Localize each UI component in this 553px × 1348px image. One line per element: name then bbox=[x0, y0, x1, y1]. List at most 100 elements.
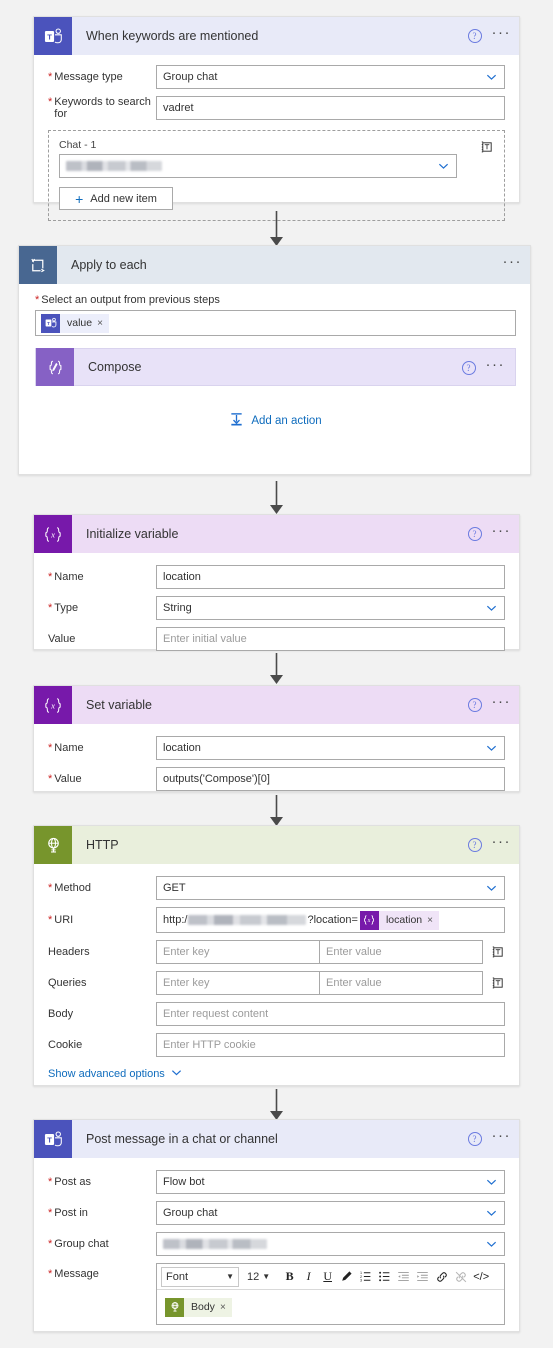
chat-select-dropdown[interactable] bbox=[59, 154, 457, 178]
keywords-input[interactable]: vadret bbox=[156, 96, 505, 120]
post-in-dropdown[interactable]: Group chat bbox=[156, 1201, 505, 1225]
field-label: * Post as bbox=[48, 1176, 156, 1188]
card-http[interactable]: HTTP ? ··· * Method GET * URI http:/ ?lo… bbox=[33, 825, 520, 1086]
link-icon[interactable] bbox=[432, 1267, 451, 1287]
uri-suffix-text: ?location= bbox=[307, 914, 358, 926]
card-set-variable[interactable]: x Set variable ? ··· * Name location * V… bbox=[33, 685, 520, 792]
help-icon[interactable]: ? bbox=[461, 361, 476, 375]
message-rich-text-editor[interactable]: Font ▼ 12 ▼ B I U 1 2 3 </> Body × bbox=[156, 1263, 505, 1325]
token-value[interactable]: T value × bbox=[41, 313, 109, 333]
more-options-icon[interactable]: ··· bbox=[492, 25, 512, 43]
variable-type-dropdown[interactable]: String bbox=[156, 596, 505, 620]
decrease-indent-icon[interactable] bbox=[394, 1267, 413, 1287]
bold-icon[interactable]: B bbox=[280, 1267, 299, 1287]
more-options-icon[interactable]: ··· bbox=[492, 1128, 512, 1146]
help-icon[interactable]: ? bbox=[467, 29, 482, 43]
close-icon[interactable]: × bbox=[427, 915, 439, 926]
add-new-item-label: Add new item bbox=[90, 192, 157, 205]
field-label: Headers bbox=[48, 946, 156, 958]
field-row-keywords: * Keywords to search for vadret bbox=[48, 96, 505, 120]
add-an-action-button[interactable]: Add an action bbox=[35, 412, 516, 430]
field-label-text: Name bbox=[54, 571, 84, 583]
card-body: * Method GET * URI http:/ ?location= x l… bbox=[34, 864, 519, 1093]
more-options-icon[interactable]: ··· bbox=[503, 254, 523, 272]
queries-value-input[interactable]: Enter value bbox=[320, 971, 483, 995]
required-asterisk: * bbox=[48, 1207, 53, 1219]
required-asterisk: * bbox=[48, 773, 53, 785]
set-variable-value-input[interactable]: outputs('Compose')[0] bbox=[156, 767, 505, 791]
card-apply-to-each[interactable]: Apply to each ··· * Select an output fro… bbox=[18, 245, 531, 475]
chevron-down-icon bbox=[486, 72, 497, 83]
card-title: Post message in a chat or channel bbox=[86, 1132, 278, 1146]
field-row-value: Value Enter initial value bbox=[48, 627, 505, 651]
svg-text:x: x bbox=[50, 529, 55, 539]
trash-icon[interactable] bbox=[480, 140, 494, 154]
add-new-item-button[interactable]: + Add new item bbox=[59, 187, 173, 210]
nested-action-title: Compose bbox=[88, 360, 142, 374]
nested-action-compose[interactable]: Compose ? ··· bbox=[35, 348, 516, 386]
card-body: * Name location * Type String Value Ente… bbox=[34, 553, 519, 663]
token-location[interactable]: x location × bbox=[359, 910, 439, 930]
field-label: * Keywords to search for bbox=[48, 96, 156, 120]
group-chat-dropdown[interactable] bbox=[156, 1232, 505, 1256]
more-options-icon[interactable]: ··· bbox=[492, 694, 512, 712]
bulleted-list-icon[interactable] bbox=[375, 1267, 394, 1287]
field-row-post-as: * Post as Flow bot bbox=[48, 1170, 505, 1194]
help-icon[interactable]: ? bbox=[467, 1132, 482, 1146]
card-post-message[interactable]: T Post message in a chat or channel ? ··… bbox=[33, 1119, 520, 1332]
card-header-actions: ? ··· bbox=[467, 826, 512, 864]
card-when-keywords-are-mentioned[interactable]: T When keywords are mentioned ? ··· * Me… bbox=[33, 16, 520, 221]
required-asterisk: * bbox=[48, 571, 53, 583]
required-asterisk: * bbox=[48, 1268, 53, 1280]
font-size-dropdown[interactable]: 12 ▼ bbox=[245, 1267, 272, 1287]
http-method-dropdown[interactable]: GET bbox=[156, 876, 505, 900]
more-options-icon[interactable]: ··· bbox=[492, 523, 512, 541]
field-label: * Name bbox=[48, 742, 156, 754]
more-options-icon[interactable]: ··· bbox=[492, 834, 512, 852]
post-as-dropdown[interactable]: Flow bot bbox=[156, 1170, 505, 1194]
italic-icon[interactable]: I bbox=[299, 1267, 318, 1287]
required-asterisk: * bbox=[48, 742, 53, 754]
variable-name-input[interactable]: location bbox=[156, 565, 505, 589]
help-icon[interactable]: ? bbox=[467, 838, 482, 852]
help-icon[interactable]: ? bbox=[467, 527, 482, 541]
set-variable-name-value: location bbox=[163, 742, 201, 754]
queries-key-input[interactable]: Enter key bbox=[156, 971, 320, 995]
http-uri-input[interactable]: http:/ ?location= x location × bbox=[156, 907, 505, 933]
field-label-text: Name bbox=[54, 742, 84, 754]
token-body[interactable]: Body × bbox=[165, 1297, 232, 1317]
teams-icon: T bbox=[41, 313, 60, 333]
underline-icon[interactable]: U bbox=[318, 1267, 337, 1287]
trash-icon[interactable] bbox=[491, 976, 505, 990]
show-advanced-options-button[interactable]: Show advanced options bbox=[48, 1067, 505, 1081]
headers-key-input[interactable]: Enter key bbox=[156, 940, 320, 964]
message-type-dropdown[interactable]: Group chat bbox=[156, 65, 505, 89]
trash-icon[interactable] bbox=[491, 945, 505, 959]
font-family-dropdown[interactable]: Font ▼ bbox=[161, 1266, 239, 1287]
set-variable-name-dropdown[interactable]: location bbox=[156, 736, 505, 760]
code-view-icon[interactable]: </> bbox=[470, 1267, 492, 1287]
help-icon[interactable]: ? bbox=[467, 698, 482, 712]
highlighter-icon[interactable] bbox=[337, 1267, 356, 1287]
message-editor-content[interactable]: Body × bbox=[157, 1290, 504, 1324]
numbered-list-icon[interactable]: 1 2 3 bbox=[356, 1267, 375, 1287]
card-initialize-variable[interactable]: x Initialize variable ? ··· * Name locat… bbox=[33, 514, 520, 651]
increase-indent-icon[interactable] bbox=[413, 1267, 432, 1287]
unlink-icon[interactable] bbox=[451, 1267, 470, 1287]
message-type-value: Group chat bbox=[163, 71, 218, 83]
close-icon[interactable]: × bbox=[97, 318, 109, 329]
field-label: * Name bbox=[48, 571, 156, 583]
card-header: Apply to each ··· bbox=[19, 246, 530, 284]
variable-value-input[interactable]: Enter initial value bbox=[156, 627, 505, 651]
card-header-actions: ? ··· bbox=[467, 1120, 512, 1158]
field-row-cookie: Cookie Enter HTTP cookie bbox=[48, 1033, 505, 1057]
close-icon[interactable]: × bbox=[220, 1302, 232, 1313]
more-options-icon[interactable]: ··· bbox=[486, 357, 506, 375]
select-output-input[interactable]: T value × bbox=[35, 310, 516, 336]
field-label: Value bbox=[48, 633, 156, 645]
http-cookie-input[interactable]: Enter HTTP cookie bbox=[156, 1033, 505, 1057]
card-header-actions: ··· bbox=[503, 246, 523, 284]
chevron-down-icon bbox=[486, 743, 497, 754]
headers-value-input[interactable]: Enter value bbox=[320, 940, 483, 964]
http-body-input[interactable]: Enter request content bbox=[156, 1002, 505, 1026]
